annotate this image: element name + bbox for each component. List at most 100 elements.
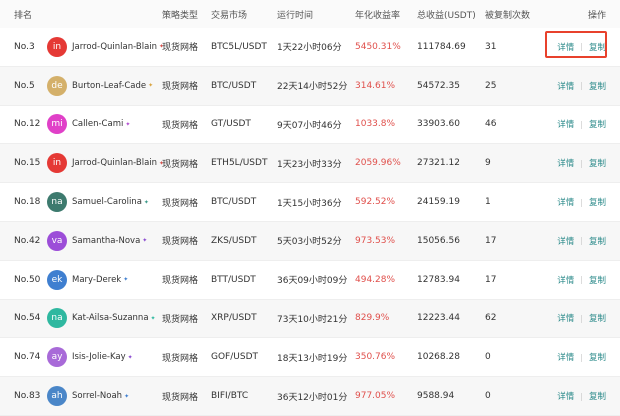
rank-cell: No.18 [14,197,41,208]
verified-badge-icon: ✦ [150,314,156,322]
user-cell[interactable]: in Jarrod-Quinlan-Blain ✦ [47,36,164,57]
verified-badge-icon: ✦ [123,276,129,284]
user-cell[interactable]: ek Mary-Derek ✦ [47,269,162,290]
copy-button[interactable]: 复制 [589,312,606,324]
copies-cell: 0 [485,352,491,363]
table-row: No.54 na Kat-Ailsa-Suzanna ✦ 现货网格 XRP/US… [0,299,620,339]
apy-cell: 592.52% [355,197,396,208]
copies-cell: 17 [485,274,497,285]
copy-button[interactable]: 复制 [589,80,606,92]
rank-cell: No.12 [14,119,41,130]
copies-cell: 46 [485,119,497,130]
detail-button[interactable]: 详情 [557,274,574,286]
copy-button[interactable]: 复制 [589,235,606,247]
table-row: No.50 ek Mary-Derek ✦ 现货网格 BTT/USDT 36天0… [0,261,620,300]
total-profit-cell: 54572.35 [417,80,460,91]
copy-button[interactable]: 复制 [589,390,606,402]
runtime-cell: 1天23小时33分 [277,159,342,170]
copies-cell: 31 [485,41,497,52]
username[interactable]: Jarrod-Quinlan-Blain [72,158,157,168]
copy-button[interactable]: 复制 [589,118,606,130]
header-total: 总收益(USDT) [417,10,476,21]
copies-cell: 62 [485,313,497,324]
avatar[interactable]: va [47,230,67,251]
header-type: 策略类型 [162,10,199,21]
ops-divider: | [580,158,583,168]
copy-button[interactable]: 复制 [589,196,606,208]
copy-trading-table: 排名 策略类型 交易市场 运行时间 年化收益率 总收益(USDT) 被复制次数 … [0,0,620,416]
detail-button[interactable]: 详情 [557,196,574,208]
avatar[interactable]: in [47,36,67,57]
avatar[interactable]: in [47,153,67,174]
copy-button[interactable]: 复制 [589,351,606,363]
runtime-cell: 18天13小时19分 [277,353,348,364]
avatar[interactable]: na [47,192,67,213]
market-cell: BTC/USDT [211,197,257,208]
strategy-type-cell: 现货网格 [162,353,199,364]
copy-button[interactable]: 复制 [589,274,606,286]
ops-cell: 详情 | 复制 [543,157,620,170]
table-row: No.3 in Jarrod-Quinlan-Blain ✦ 现货网格 BTC5… [0,28,620,67]
user-cell[interactable]: va Samantha-Nova ✦ [47,230,162,251]
apy-cell: 5450.31% [355,41,401,52]
user-cell[interactable]: de Burton-Leaf-Cade ✦ [47,75,162,96]
username[interactable]: Isis-Jolie-Kay [72,352,126,362]
user-cell[interactable]: na Kat-Ailsa-Suzanna ✦ [47,308,162,329]
strategy-type-cell: 现货网格 [162,314,199,325]
detail-button[interactable]: 详情 [557,312,574,324]
username[interactable]: Burton-Leaf-Cade [72,81,146,91]
detail-button[interactable]: 详情 [557,235,574,247]
ops-divider: | [580,197,583,207]
username[interactable]: Kat-Ailsa-Suzanna [72,313,149,323]
total-profit-cell: 33903.60 [417,119,460,130]
avatar[interactable]: na [47,308,67,329]
market-cell: ETH5L/USDT [211,158,268,169]
detail-button[interactable]: 详情 [557,351,574,363]
avatar[interactable]: ah [47,386,67,407]
username[interactable]: Callen-Cami [72,119,123,129]
user-cell[interactable]: in Jarrod-Quinlan-Blain ✦ [47,153,164,174]
ops-divider: | [580,119,583,129]
verified-badge-icon: ✦ [127,353,133,361]
username[interactable]: Sorrel-Noah [72,391,122,401]
table-header: 排名 策略类型 交易市场 运行时间 年化收益率 总收益(USDT) 被复制次数 … [0,0,620,28]
apy-cell: 829.9% [355,313,390,324]
market-cell: BTC5L/USDT [211,41,267,52]
apy-cell: 350.76% [355,352,396,363]
avatar[interactable]: mi [47,114,67,135]
table-row: No.83 ah Sorrel-Noah ✦ 现货网格 BIFI/BTC 36天… [0,377,620,416]
total-profit-cell: 111784.69 [417,41,466,52]
market-cell: GOF/USDT [211,352,258,363]
table-row: No.74 ay Isis-Jolie-Kay ✦ 现货网格 GOF/USDT … [0,338,620,378]
ops-cell: 详情 | 复制 [543,274,620,286]
strategy-type-cell: 现货网格 [162,82,199,93]
apy-cell: 973.53% [355,235,396,246]
strategy-type-cell: 现货网格 [162,120,199,131]
copy-button[interactable]: 复制 [589,157,606,169]
table-row: No.5 de Burton-Leaf-Cade ✦ 现货网格 BTC/USDT… [0,66,620,106]
username[interactable]: Samantha-Nova [72,236,140,246]
username[interactable]: Mary-Derek [72,275,121,285]
verified-badge-icon: ✦ [143,198,149,206]
user-cell[interactable]: ay Isis-Jolie-Kay ✦ [47,347,162,368]
avatar[interactable]: de [47,75,67,96]
header-ops: 操作 [587,10,606,21]
avatar[interactable]: ek [47,269,67,290]
copies-cell: 1 [485,197,491,208]
ops-cell: 详情 | 复制 [543,390,620,403]
ops-divider: | [580,236,583,246]
detail-button[interactable]: 详情 [557,157,574,169]
detail-button[interactable]: 详情 [557,390,574,402]
username[interactable]: Samuel-Carolina [72,197,142,207]
detail-button[interactable]: 详情 [557,118,574,130]
user-cell[interactable]: ah Sorrel-Noah ✦ [47,386,162,407]
user-cell[interactable]: na Samuel-Carolina ✦ [47,192,162,213]
detail-button[interactable]: 详情 [557,80,574,92]
username[interactable]: Jarrod-Quinlan-Blain [72,42,157,52]
user-cell[interactable]: mi Callen-Cami ✦ [47,114,162,135]
total-profit-cell: 24159.19 [417,197,460,208]
strategy-type-cell: 现货网格 [162,198,199,209]
rank-cell: No.5 [14,80,35,91]
avatar[interactable]: ay [47,347,67,368]
market-cell: BTC/USDT [211,80,257,91]
